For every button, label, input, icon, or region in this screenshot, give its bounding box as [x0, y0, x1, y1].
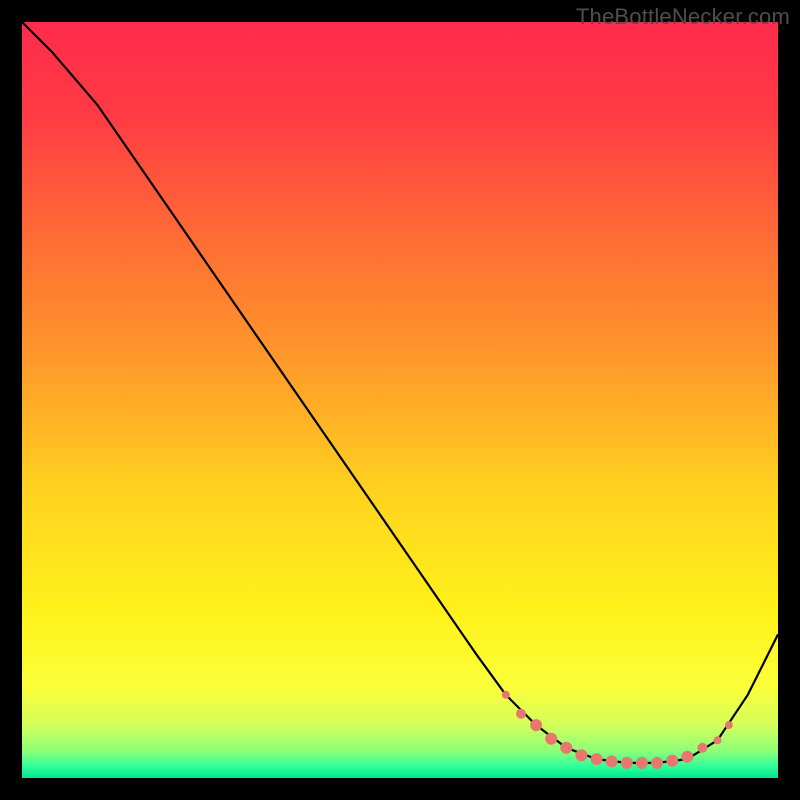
curve-marker	[681, 751, 693, 763]
plot-area	[22, 22, 778, 778]
plot-svg	[22, 22, 778, 778]
curve-marker	[560, 742, 572, 754]
chart-stage: TheBottleNecker.com	[0, 0, 800, 800]
curve-marker	[636, 757, 648, 769]
curve-marker	[606, 755, 618, 767]
curve-marker	[621, 757, 633, 769]
curve-marker	[516, 709, 526, 719]
curve-marker	[666, 755, 678, 767]
curve-marker	[545, 733, 557, 745]
curve-marker	[502, 691, 510, 699]
curve-marker	[530, 719, 542, 731]
curve-marker	[697, 743, 707, 753]
gradient-background	[22, 22, 778, 778]
curve-marker	[714, 736, 722, 744]
curve-marker	[651, 757, 663, 769]
curve-marker	[575, 749, 587, 761]
curve-marker	[591, 753, 603, 765]
curve-marker	[725, 721, 733, 729]
watermark-text: TheBottleNecker.com	[576, 4, 790, 30]
